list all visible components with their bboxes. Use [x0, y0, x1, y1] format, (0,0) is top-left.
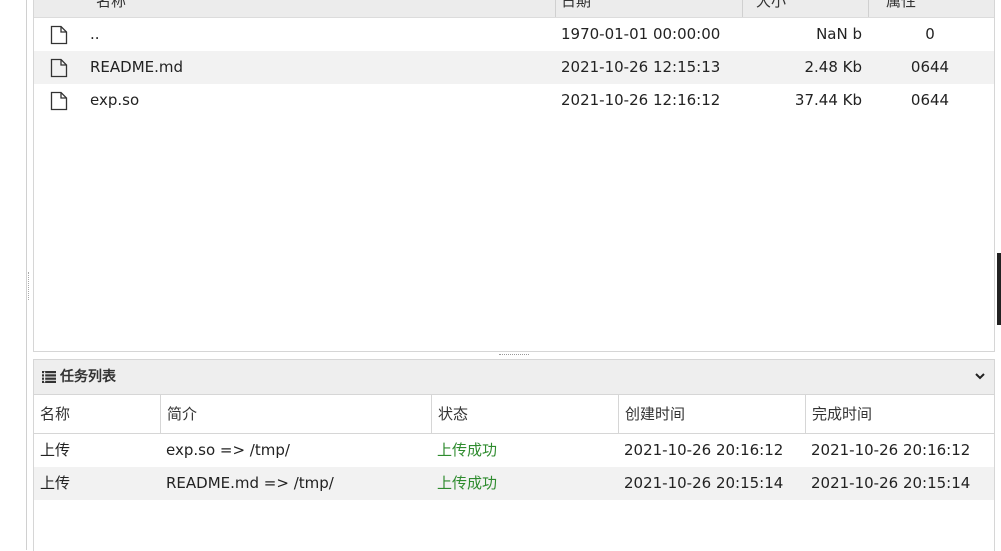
column-header-attr[interactable]: 属性	[886, 0, 916, 11]
splitter-grip[interactable]	[499, 354, 529, 356]
column-header-size[interactable]: 大小	[756, 0, 786, 11]
task-name: 上传	[40, 441, 71, 459]
column-header-created[interactable]: 创建时间	[618, 395, 805, 433]
file-icon	[50, 58, 68, 78]
task-row[interactable]: 上传 exp.so => /tmp/ 上传成功 2021-10-26 20:16…	[34, 434, 994, 467]
left-resize-handle[interactable]	[28, 272, 30, 300]
column-separator[interactable]	[555, 0, 556, 17]
file-date: 2021-10-26 12:16:12	[561, 91, 721, 109]
task-row[interactable]: 上传 README.md => /tmp/ 上传成功 2021-10-26 20…	[34, 467, 994, 500]
column-separator[interactable]	[742, 0, 743, 17]
file-name: README.md	[90, 58, 184, 76]
file-row[interactable]: .. 1970-01-01 00:00:00 NaN b 0	[34, 18, 994, 51]
column-header-status[interactable]: 状态	[431, 395, 618, 433]
file-icon	[50, 25, 68, 45]
file-size: NaN b	[816, 25, 862, 43]
file-attr: 0	[925, 25, 935, 43]
task-panel-header[interactable]: 任务列表	[34, 360, 994, 395]
file-icon	[50, 91, 68, 111]
file-attr: 0644	[910, 58, 950, 76]
column-header-date[interactable]: 日期	[561, 0, 591, 11]
file-size: 2.48 Kb	[804, 58, 862, 76]
task-table-header: 名称 简介 状态 创建时间 完成时间	[34, 395, 994, 434]
list-icon	[42, 371, 56, 383]
panel-splitter[interactable]	[33, 352, 993, 359]
file-name: ..	[90, 25, 100, 43]
file-attr: 0644	[910, 91, 950, 109]
task-finished: 2021-10-26 20:15:14	[811, 474, 971, 492]
left-gutter	[0, 0, 27, 550]
task-created: 2021-10-26 20:16:12	[624, 441, 784, 459]
task-created: 2021-10-26 20:15:14	[624, 474, 784, 492]
file-size: 37.44 Kb	[794, 91, 862, 109]
task-list-panel: 任务列表 名称 简介 状态 创建时间 完成时间 上传 exp.so => /tm…	[33, 359, 995, 551]
column-separator[interactable]	[868, 0, 869, 17]
column-header-name[interactable]: 名称	[96, 0, 126, 11]
task-panel-title: 任务列表	[60, 369, 116, 385]
task-status: 上传成功	[437, 441, 498, 459]
task-name: 上传	[40, 474, 71, 492]
file-row[interactable]: exp.so 2021-10-26 12:16:12 37.44 Kb 0644	[34, 84, 994, 117]
file-list-panel: 名称 日期 大小 属性 .. 1970-01-01 00:00:00 NaN b…	[33, 0, 995, 352]
task-desc: README.md => /tmp/	[166, 474, 334, 492]
file-name: exp.so	[90, 91, 140, 109]
scrollbar-thumb[interactable]	[997, 253, 1001, 325]
file-date: 1970-01-01 00:00:00	[561, 25, 721, 43]
column-header-finished[interactable]: 完成时间	[805, 395, 994, 433]
task-finished: 2021-10-26 20:16:12	[811, 441, 971, 459]
chevron-down-icon[interactable]	[974, 370, 986, 382]
task-status: 上传成功	[437, 474, 498, 492]
column-header-desc[interactable]: 简介	[160, 395, 431, 433]
file-row[interactable]: README.md 2021-10-26 12:15:13 2.48 Kb 06…	[34, 51, 994, 84]
file-table-header: 名称 日期 大小 属性	[34, 0, 994, 18]
task-desc: exp.so => /tmp/	[166, 441, 290, 459]
column-header-name[interactable]: 名称	[34, 395, 160, 433]
file-date: 2021-10-26 12:15:13	[561, 58, 721, 76]
